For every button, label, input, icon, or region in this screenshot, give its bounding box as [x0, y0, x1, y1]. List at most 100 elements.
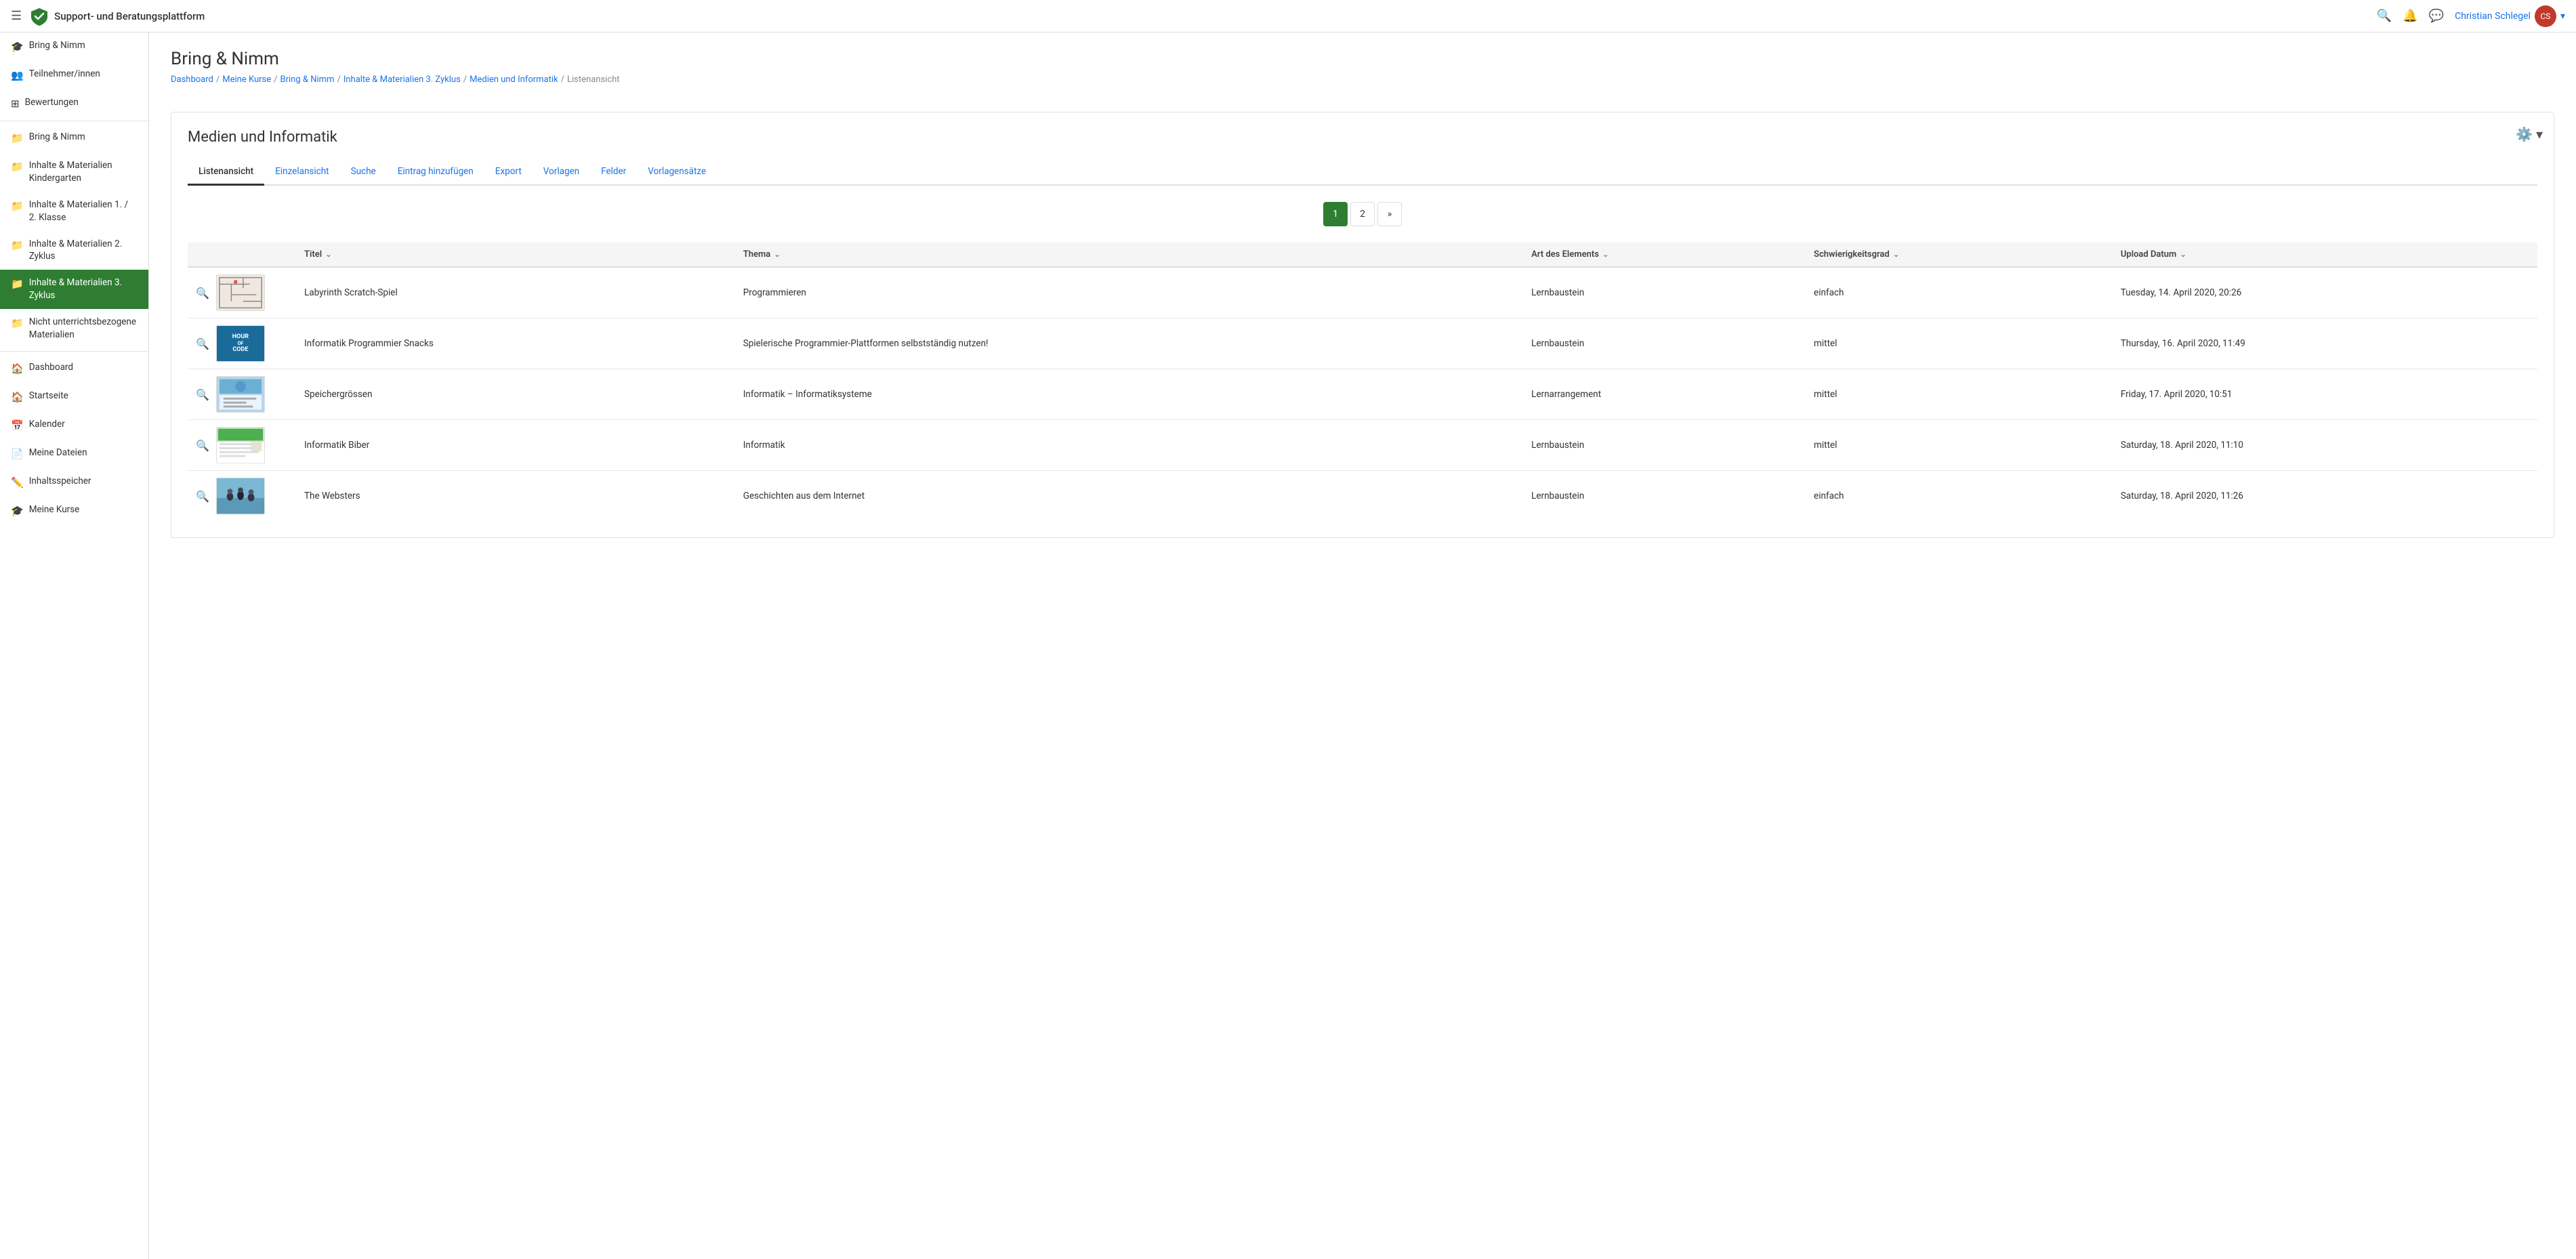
tabs: Listenansicht Einzelansicht Suche Eintra… [188, 159, 2537, 186]
sidebar-item-label: Startseite [29, 390, 68, 403]
cell-datum: Saturday, 18. April 2020, 11:10 [2113, 420, 2537, 471]
folder-icon: 📁 [11, 160, 24, 174]
sidebar-item-nicht-unterricht[interactable]: 📁 Nicht unterrichtsbezogene Materialien [0, 309, 148, 348]
page-next-button[interactable]: » [1377, 202, 1402, 226]
cell-thumb: 🔍 [188, 267, 296, 318]
speicher-image [217, 376, 264, 413]
tab-vorlagensaetze[interactable]: Vorlagensätze [637, 159, 717, 186]
folder-icon: 📁 [11, 131, 24, 146]
gear-icon[interactable]: ⚙️ ▾ [2516, 126, 2543, 142]
breadcrumb-medien[interactable]: Medien und Informatik [470, 75, 558, 85]
calendar-icon: 📅 [11, 419, 24, 433]
cell-datum: Saturday, 18. April 2020, 11:26 [2113, 471, 2537, 522]
breadcrumb-sep-4: / [463, 75, 467, 85]
data-table: Titel ⌄ Thema ⌄ Art des Elements ⌄ Schwi… [188, 243, 2537, 521]
sidebar-item-meine-kurse[interactable]: 🎓 Meine Kurse [0, 497, 148, 525]
search-icon[interactable]: 🔍 [196, 337, 209, 350]
app-logo: Support- und Beratungsplattform [30, 7, 205, 26]
sidebar-item-teilnehmer[interactable]: 👥 Teilnehmer/innen [0, 61, 148, 89]
breadcrumb-inhalte-3[interactable]: Inhalte & Materialien 3. Zyklus [344, 75, 461, 85]
cell-schwierig: mittel [1806, 318, 2113, 369]
shield-icon [30, 7, 49, 26]
thumbnail-biber [216, 427, 265, 463]
sidebar-item-label: Bring & Nimm [29, 131, 85, 144]
tab-eintrag[interactable]: Eintrag hinzufügen [387, 159, 484, 186]
sidebar-item-dashboard[interactable]: 🏠 Dashboard [0, 354, 148, 383]
tab-vorlagen[interactable]: Vorlagen [533, 159, 590, 186]
sidebar-item-meine-dateien[interactable]: 📄 Meine Dateien [0, 440, 148, 468]
sidebar-item-bring-nimm[interactable]: 📁 Bring & Nimm [0, 124, 148, 152]
tab-einzelansicht[interactable]: Einzelansicht [264, 159, 339, 186]
tab-suche[interactable]: Suche [340, 159, 387, 186]
search-icon[interactable]: 🔍 [196, 439, 209, 452]
home-icon: 🏠 [11, 390, 24, 405]
th-titel[interactable]: Titel ⌄ [296, 243, 735, 267]
th-thema[interactable]: Thema ⌄ [735, 243, 1523, 267]
mortarboard-icon: 🎓 [11, 40, 24, 54]
breadcrumb-bring-nimm[interactable]: Bring & Nimm [281, 75, 335, 85]
cell-titel: Informatik Biber [296, 420, 735, 471]
page-2-button[interactable]: 2 [1350, 202, 1375, 226]
breadcrumb: Dashboard / Meine Kurse / Bring & Nimm /… [171, 75, 2554, 85]
cell-thema: Informatik [735, 420, 1523, 471]
nav-right: 🔍 🔔 💬 Christian Schlegel CS ▾ [2377, 5, 2565, 27]
hamburger-menu[interactable]: ☰ [11, 9, 22, 23]
cell-schwierig: mittel [1806, 369, 2113, 420]
search-icon[interactable]: 🔍 [2377, 9, 2392, 23]
sidebar-item-inhalte-2[interactable]: 📁 Inhalte & Materialien 2. Zyklus [0, 231, 148, 270]
pencil-icon: ✏️ [11, 476, 24, 490]
sidebar-item-inhalte-3[interactable]: 📁 Inhalte & Materialien 3. Zyklus [0, 270, 148, 309]
cell-titel: The Websters [296, 471, 735, 522]
th-thumb [188, 243, 296, 267]
sidebar-item-label: Dashboard [29, 361, 73, 374]
biber-image [217, 427, 264, 463]
main-content: Bring & Nimm Dashboard / Meine Kurse / B… [149, 33, 2576, 1259]
cell-titel: Labyrinth Scratch-Spiel [296, 267, 735, 318]
breadcrumb-dashboard[interactable]: Dashboard [171, 75, 213, 85]
breadcrumb-sep-2: / [274, 75, 277, 85]
search-icon[interactable]: 🔍 [196, 490, 209, 503]
folder-icon: 📁 [11, 277, 24, 291]
sidebar-item-label: Nicht unterrichtsbezogene Materialien [29, 316, 138, 342]
chat-icon[interactable]: 💬 [2429, 9, 2444, 23]
breadcrumb-sep-5: / [561, 75, 564, 85]
search-icon[interactable]: 🔍 [196, 287, 209, 300]
breadcrumb-current: Listenansicht [567, 75, 620, 85]
cell-art: Lernbaustein [1523, 267, 1806, 318]
folder-icon: 📁 [11, 239, 24, 253]
tab-felder[interactable]: Felder [590, 159, 637, 186]
cell-datum: Thursday, 16. April 2020, 11:49 [2113, 318, 2537, 369]
sidebar-item-bewertungen[interactable]: ⊞ Bewertungen [0, 89, 148, 118]
tab-listenansicht[interactable]: Listenansicht [188, 159, 264, 186]
group-icon: 👥 [11, 68, 24, 83]
sidebar-item-label: Meine Kurse [29, 503, 80, 516]
sidebar-item-startseite[interactable]: 🏠 Startseite [0, 383, 148, 411]
sidebar-item-kalender[interactable]: 📅 Kalender [0, 411, 148, 440]
sidebar-item-inhaltsspeicher[interactable]: ✏️ Inhaltsspeicher [0, 468, 148, 497]
user-menu[interactable]: Christian Schlegel CS ▾ [2455, 5, 2565, 27]
page-title: Bring & Nimm [171, 49, 2554, 69]
grid-icon: ⊞ [11, 97, 20, 111]
cell-thumb: 🔍 [188, 471, 296, 522]
thumbnail-hour: HOUR OF CODE [216, 325, 265, 362]
search-icon[interactable]: 🔍 [196, 388, 209, 401]
page-1-button[interactable]: 1 [1323, 202, 1348, 226]
sidebar-item-inhalte-1-2[interactable]: 📁 Inhalte & Materialien 1. / 2. Klasse [0, 192, 148, 231]
table-body: 🔍 [188, 267, 2537, 521]
tab-export[interactable]: Export [484, 159, 533, 186]
sidebar-item-bring-nimm-top[interactable]: 🎓 Bring & Nimm [0, 33, 148, 61]
file-icon: 📄 [11, 447, 24, 461]
thumbnail-labyrinth [216, 274, 265, 311]
th-art[interactable]: Art des Elements ⌄ [1523, 243, 1806, 267]
table-row: 🔍 [188, 471, 2537, 522]
sidebar-item-inhalte-kinder[interactable]: 📁 Inhalte & Materialien Kindergarten [0, 152, 148, 192]
cell-schwierig: mittel [1806, 420, 2113, 471]
thumbnail-speicher [216, 376, 265, 413]
th-datum[interactable]: Upload Datum ⌄ [2113, 243, 2537, 267]
notification-icon[interactable]: 🔔 [2403, 9, 2417, 23]
breadcrumb-meine-kurse[interactable]: Meine Kurse [222, 75, 271, 85]
th-schwierig[interactable]: Schwierigkeitsgrad ⌄ [1806, 243, 2113, 267]
cell-thumb: 🔍 [188, 369, 296, 420]
section-title: Medien und Informatik [188, 129, 2537, 146]
sidebar-item-label: Inhalte & Materialien Kindergarten [29, 159, 138, 185]
